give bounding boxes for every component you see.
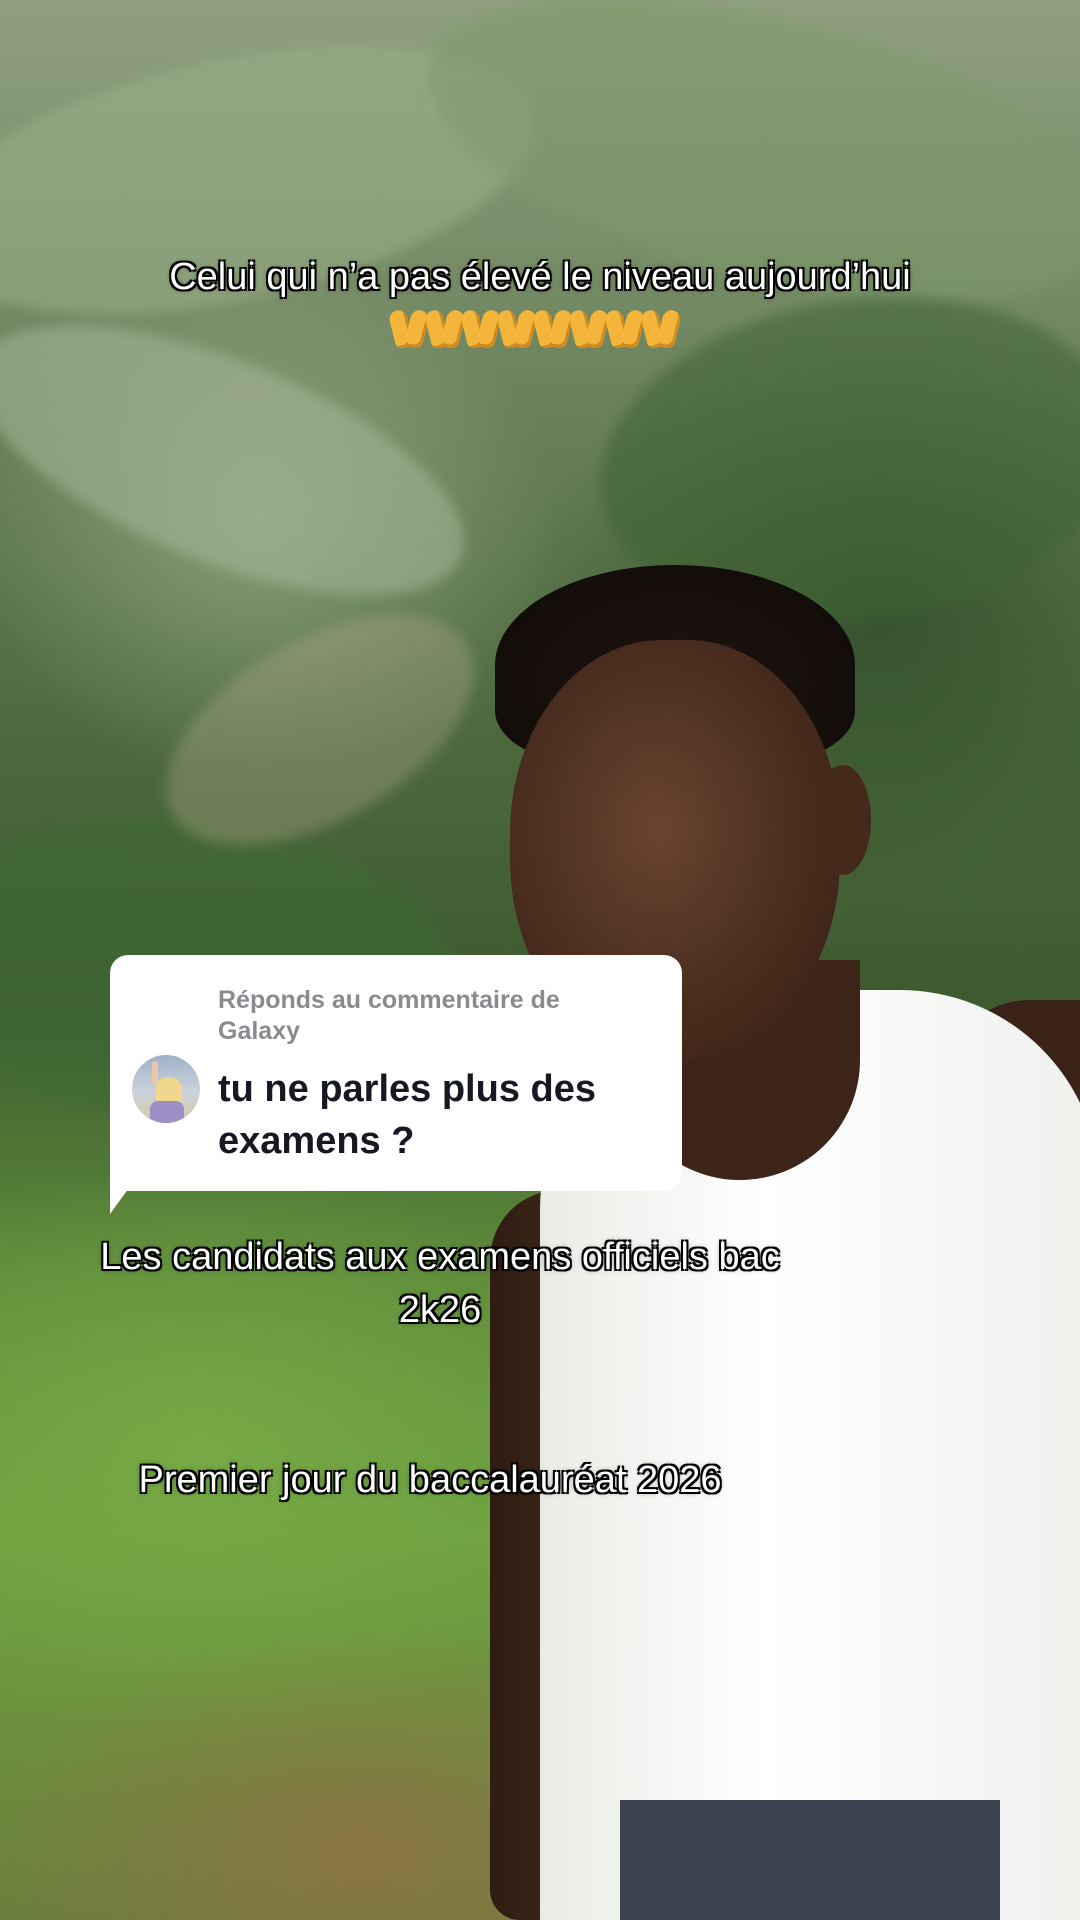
caption-middle-line2: 2k26: [398, 1289, 482, 1331]
raising-hands-emoji-row: [387, 306, 683, 350]
avatar-body: [150, 1101, 184, 1123]
raising-hands-icon: [495, 306, 539, 350]
raising-hands-icon: [639, 306, 683, 350]
reply-card-tail: [110, 1170, 142, 1214]
reply-card-header: Réponds au commentaire de Galaxy: [218, 986, 560, 1045]
raising-hands-icon: [567, 306, 611, 350]
raising-hands-icon: [423, 306, 467, 350]
raising-hands-icon: [459, 306, 503, 350]
reply-card-comment: tu ne parles plus des examens ?: [218, 1068, 596, 1162]
video-frame[interactable]: Celui qui n’a pas élevé le niveau aujour…: [0, 0, 1080, 1920]
raising-hands-icon: [387, 306, 431, 350]
person-ear: [815, 765, 871, 875]
user-avatar-icon[interactable]: [132, 1055, 200, 1123]
caption-top: Celui qui n’a pas élevé le niveau aujour…: [169, 256, 911, 298]
caption-bottom: Premier jour du baccalauréat 2026: [138, 1459, 722, 1501]
raising-hands-icon: [603, 306, 647, 350]
raising-hands-icon: [531, 306, 575, 350]
caption-middle-line1: Les candidats aux examens officiels bac: [100, 1236, 780, 1278]
reply-comment-card[interactable]: Réponds au commentaire de Galaxy tu ne p…: [110, 955, 682, 1191]
person-shorts: [620, 1800, 1000, 1920]
